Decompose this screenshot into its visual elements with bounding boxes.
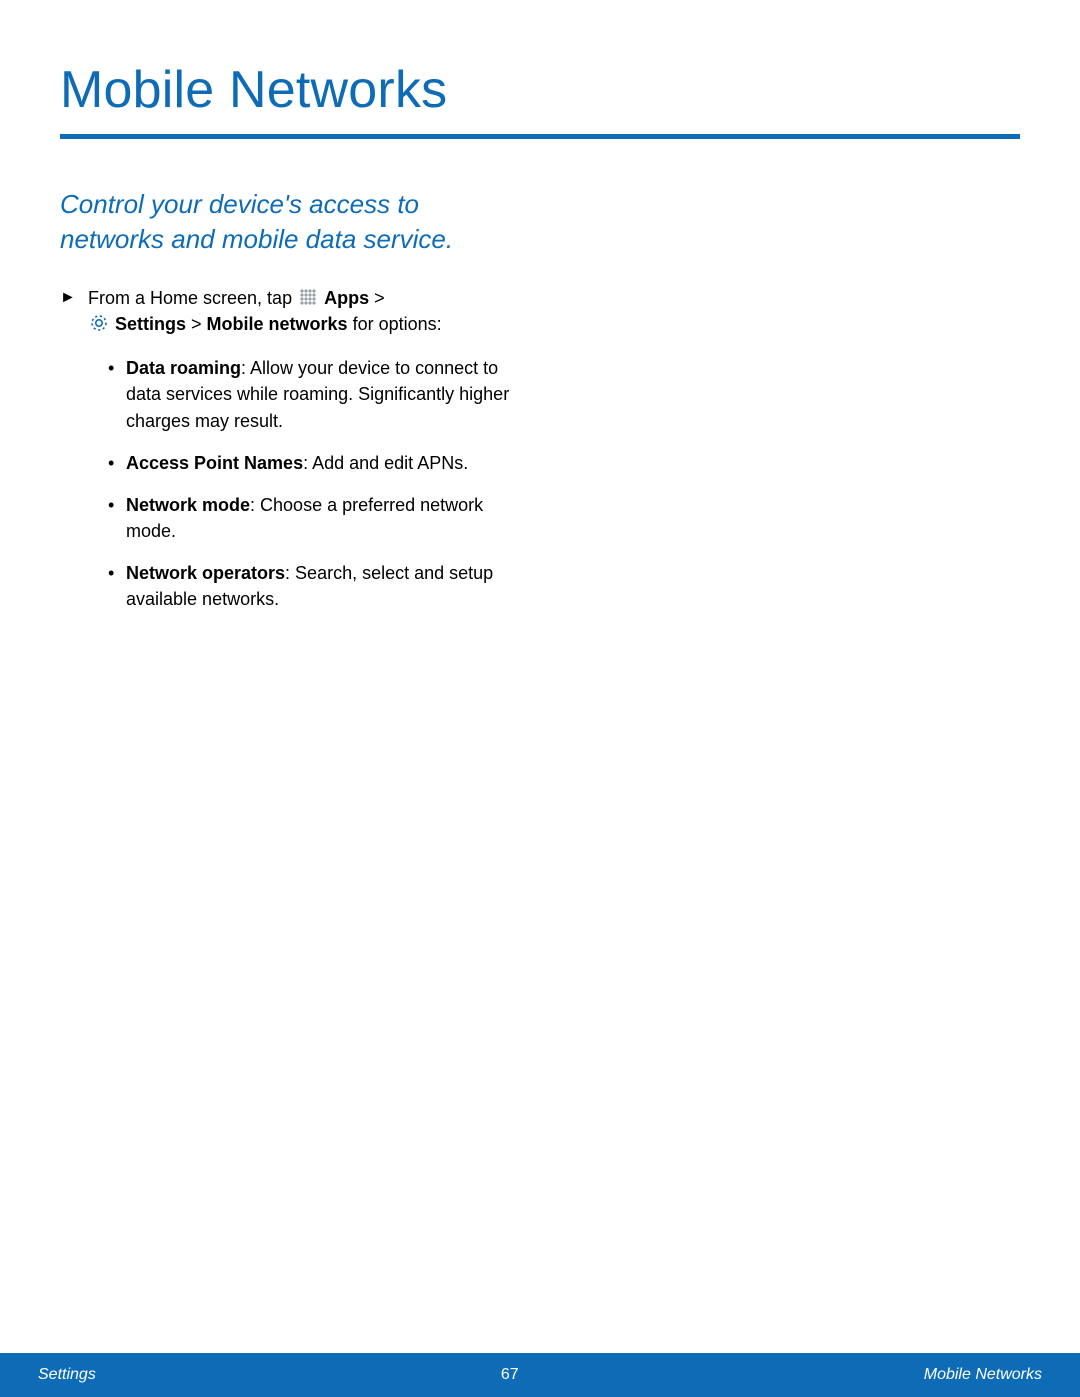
option-name: Access Point Names — [126, 453, 303, 473]
options-list: Data roaming: Allow your device to conne… — [88, 355, 520, 612]
play-arrow-icon: ► — [60, 286, 76, 309]
instruction-step: ► From a Home screen, tap Apps > — [60, 285, 520, 612]
option-desc: : Add and edit APNs. — [303, 453, 468, 473]
step-suffix: for options: — [348, 314, 442, 334]
step-mid: > — [186, 314, 207, 334]
list-item: Network operators: Search, select and se… — [108, 560, 520, 612]
step-gt1: > — [369, 288, 385, 308]
page-title: Mobile Networks — [60, 60, 1020, 120]
settings-gear-icon — [90, 313, 108, 331]
footer-right: Mobile Networks — [924, 1366, 1042, 1384]
step-prefix: From a Home screen, tap — [88, 288, 297, 308]
option-name: Network operators — [126, 563, 285, 583]
apps-label: Apps — [324, 288, 369, 308]
footer-left: Settings — [38, 1366, 96, 1384]
list-item: Network mode: Choose a preferred network… — [108, 492, 520, 544]
settings-label: Settings — [115, 314, 186, 334]
page: Mobile Networks Control your device's ac… — [0, 0, 1080, 1397]
intro-text: Control your device's access to networks… — [60, 187, 490, 257]
list-item: Access Point Names: Add and edit APNs. — [108, 450, 520, 476]
page-footer: Settings 67 Mobile Networks — [0, 1353, 1080, 1397]
option-name: Network mode — [126, 495, 250, 515]
footer-page-number: 67 — [501, 1366, 519, 1384]
apps-grid-icon — [299, 287, 317, 305]
list-item: Data roaming: Allow your device to conne… — [108, 355, 520, 433]
mobile-networks-label: Mobile networks — [207, 314, 348, 334]
option-name: Data roaming — [126, 358, 241, 378]
title-rule — [60, 134, 1020, 139]
